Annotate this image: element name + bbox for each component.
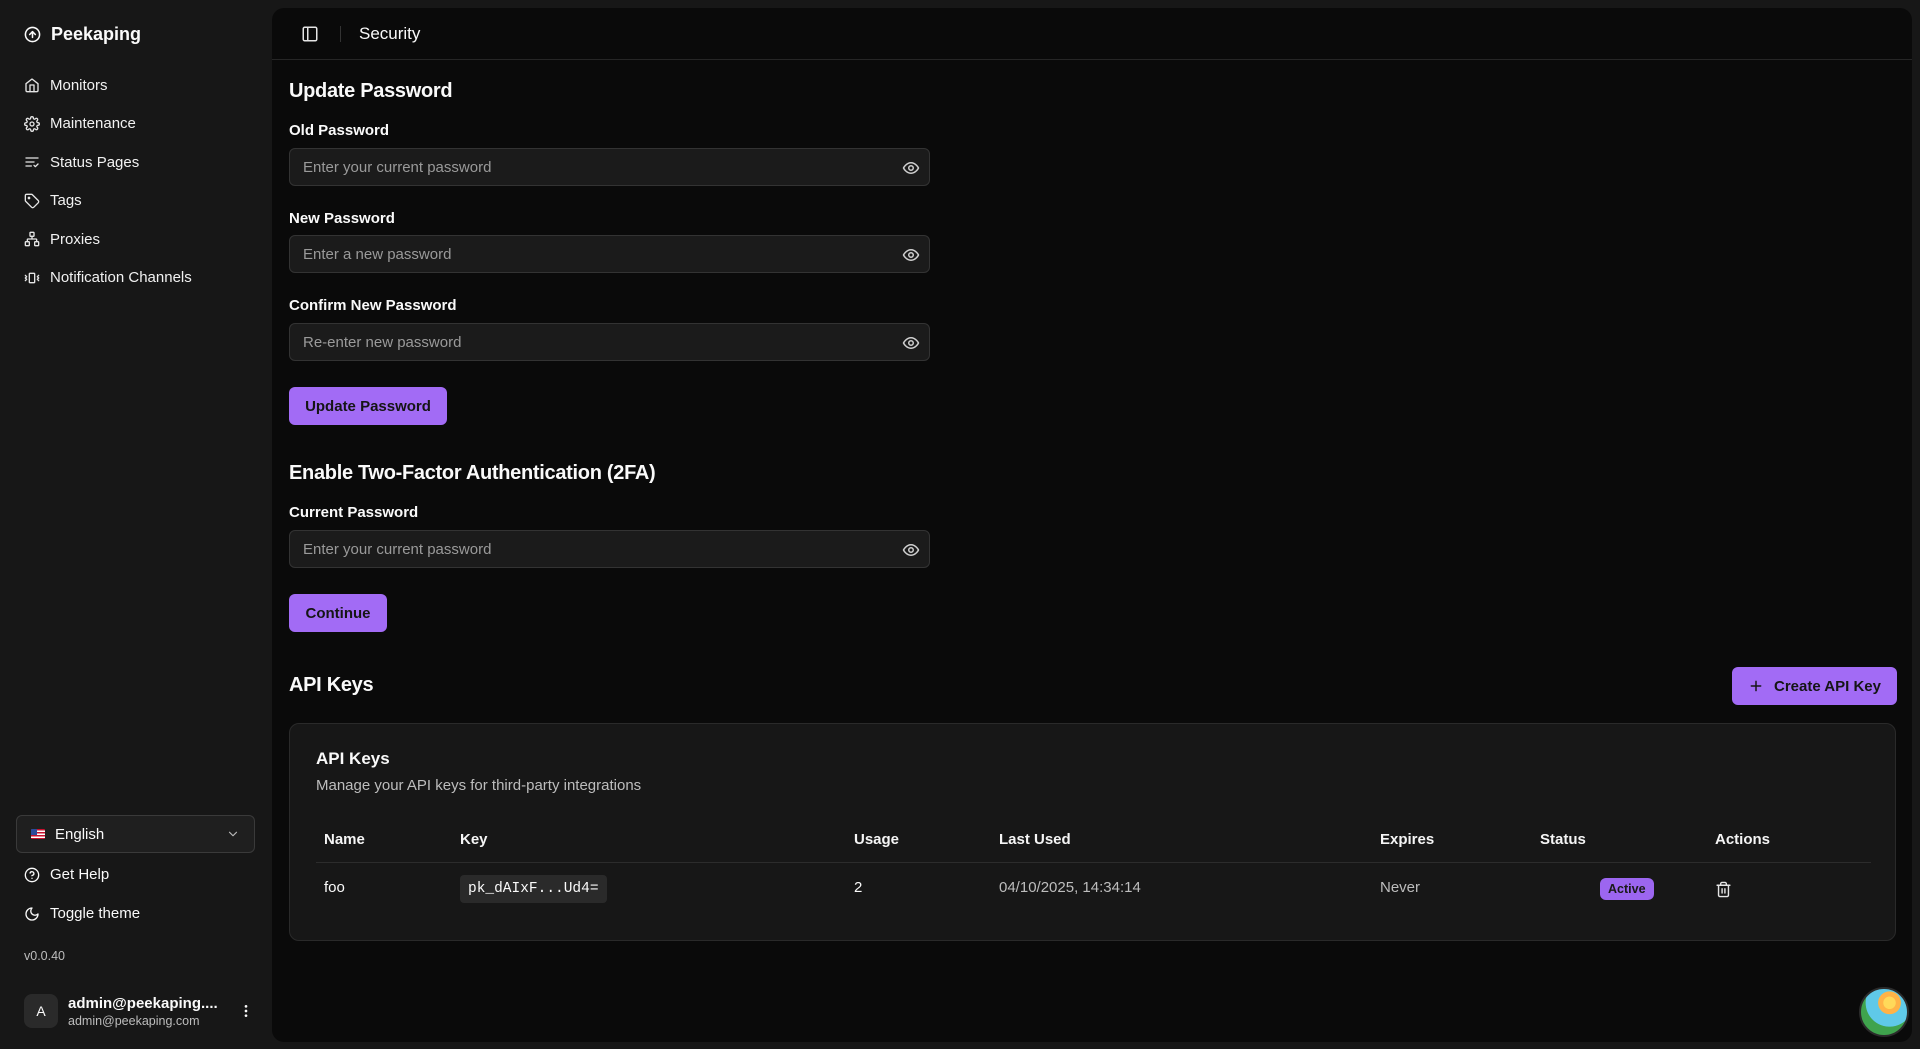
sidebar: Peekaping Monitors Maintenance Status Pa… bbox=[0, 0, 272, 1049]
us-flag-icon bbox=[31, 829, 45, 839]
list-icon bbox=[24, 154, 40, 170]
current-password-input[interactable] bbox=[290, 531, 929, 567]
api-keys-card-title: API Keys bbox=[316, 749, 390, 768]
confirm-password-label: Confirm New Password bbox=[289, 297, 457, 314]
api-key-expires: Never bbox=[1380, 879, 1421, 896]
two-factor-title: Enable Two-Factor Authentication (2FA) bbox=[289, 462, 656, 484]
column-header-expires: Expires bbox=[1380, 831, 1435, 848]
update-password-title: Update Password bbox=[289, 80, 453, 102]
current-password-field bbox=[289, 530, 930, 568]
trash-icon[interactable] bbox=[1715, 881, 1732, 898]
brand-name: Peekaping bbox=[51, 24, 142, 44]
chevron-down-icon bbox=[226, 827, 240, 841]
user-menu[interactable]: A admin@peekaping.... admin@peekaping.co… bbox=[24, 990, 254, 1032]
sidebar-item-status-pages[interactable]: Status Pages bbox=[16, 143, 256, 182]
api-key-name: foo bbox=[324, 879, 345, 896]
user-email: admin@peekaping.com bbox=[68, 1013, 200, 1028]
sidebar-item-proxies[interactable]: Proxies bbox=[16, 220, 256, 259]
old-password-input[interactable] bbox=[290, 149, 929, 185]
sidebar-item-tags[interactable]: Tags bbox=[16, 182, 256, 221]
network-icon bbox=[24, 231, 40, 247]
help-circle-icon bbox=[24, 867, 40, 883]
sidebar-toggle-icon[interactable] bbox=[301, 25, 319, 43]
sidebar-item-label: Maintenance bbox=[50, 115, 136, 133]
column-header-status: Status bbox=[1540, 831, 1586, 848]
new-password-label: New Password bbox=[289, 210, 395, 227]
tag-icon bbox=[24, 193, 40, 209]
plus-icon bbox=[1748, 678, 1764, 694]
current-password-label: Current Password bbox=[289, 504, 419, 521]
old-password-label: Old Password bbox=[289, 122, 390, 139]
api-keys-card: API Keys Manage your API keys for third-… bbox=[289, 723, 1896, 941]
header-divider bbox=[340, 26, 341, 42]
floating-assistant-avatar[interactable] bbox=[1859, 987, 1909, 1037]
create-api-key-label: Create API Key bbox=[1774, 677, 1881, 695]
main-content: Security Update Password Old Password Ne… bbox=[272, 8, 1912, 1042]
vibrate-icon bbox=[24, 270, 40, 286]
api-key-value: pk_dAIxF...Ud4= bbox=[460, 875, 607, 903]
update-password-button[interactable]: Update Password bbox=[289, 387, 447, 425]
avatar: A bbox=[24, 994, 58, 1028]
sidebar-item-monitors[interactable]: Monitors bbox=[16, 66, 256, 105]
page-header: Security bbox=[272, 8, 1912, 60]
table-header-divider bbox=[316, 862, 1871, 863]
language-value: English bbox=[55, 825, 105, 843]
page-title: Security bbox=[359, 24, 421, 43]
column-header-name: Name bbox=[324, 831, 365, 848]
home-icon bbox=[24, 77, 40, 93]
confirm-password-input[interactable] bbox=[290, 324, 929, 360]
sidebar-item-label: Notification Channels bbox=[50, 269, 192, 287]
get-help-link[interactable]: Get Help bbox=[24, 866, 109, 883]
eye-icon[interactable] bbox=[902, 246, 920, 264]
column-header-actions: Actions bbox=[1715, 831, 1771, 848]
sidebar-item-label: Monitors bbox=[50, 76, 108, 94]
api-key-last-used: 04/10/2025, 14:34:14 bbox=[999, 879, 1141, 896]
sidebar-item-label: Tags bbox=[50, 192, 82, 210]
column-header-last-used: Last Used bbox=[999, 831, 1071, 848]
gear-icon bbox=[24, 115, 40, 132]
moon-icon bbox=[24, 906, 40, 922]
api-key-usage: 2 bbox=[854, 879, 863, 896]
new-password-input[interactable] bbox=[290, 236, 929, 272]
api-keys-card-description: Manage your API keys for third-party int… bbox=[316, 777, 642, 794]
column-header-key: Key bbox=[460, 831, 488, 848]
confirm-password-field bbox=[289, 323, 930, 361]
toggle-theme-label: Toggle theme bbox=[50, 905, 141, 922]
column-header-usage: Usage bbox=[854, 831, 900, 848]
eye-icon[interactable] bbox=[902, 541, 920, 559]
peekaping-logo-icon bbox=[24, 26, 41, 43]
get-help-label: Get Help bbox=[50, 866, 110, 883]
eye-icon[interactable] bbox=[902, 159, 920, 177]
status-badge: Active bbox=[1600, 878, 1654, 900]
sidebar-nav: Monitors Maintenance Status Pages Tags P… bbox=[16, 66, 256, 297]
language-select[interactable]: English bbox=[16, 815, 255, 853]
new-password-field bbox=[289, 235, 930, 273]
eye-icon[interactable] bbox=[902, 334, 920, 352]
create-api-key-button[interactable]: Create API Key bbox=[1732, 667, 1897, 705]
app-version: v0.0.40 bbox=[24, 949, 66, 963]
more-vertical-icon[interactable] bbox=[238, 1003, 254, 1019]
toggle-theme-button[interactable]: Toggle theme bbox=[24, 905, 140, 922]
brand[interactable]: Peekaping bbox=[24, 24, 141, 45]
old-password-field bbox=[289, 148, 930, 186]
sidebar-item-maintenance[interactable]: Maintenance bbox=[16, 105, 256, 144]
user-name: admin@peekaping.... bbox=[68, 994, 218, 1012]
sidebar-item-label: Proxies bbox=[50, 230, 101, 248]
sidebar-item-label: Status Pages bbox=[50, 153, 140, 171]
continue-button[interactable]: Continue bbox=[289, 594, 387, 632]
sidebar-item-notification-channels[interactable]: Notification Channels bbox=[16, 259, 256, 298]
api-keys-title: API Keys bbox=[289, 674, 374, 696]
